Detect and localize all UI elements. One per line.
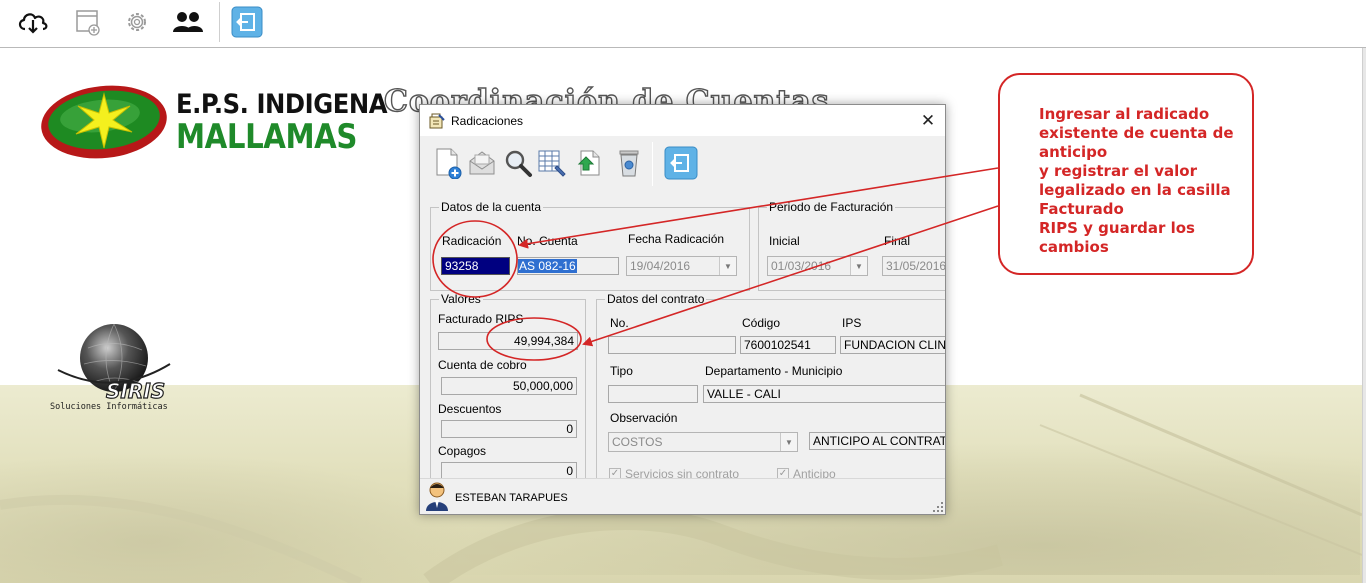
fecha-radicacion-value: 19/04/2016 bbox=[630, 259, 691, 273]
annotation-line: RIPS y guardar los bbox=[1039, 219, 1195, 237]
group-label: Periodo de Facturación bbox=[767, 200, 896, 214]
inicial-value: 01/03/2016 bbox=[771, 259, 832, 273]
annotation-line: legalizado en la casilla bbox=[1039, 181, 1231, 199]
annotation-line: anticipo bbox=[1039, 143, 1108, 161]
radicacion-input[interactable]: 93258 bbox=[441, 257, 510, 275]
toolbar-separator bbox=[219, 2, 220, 42]
cuenta-cobro-label: Cuenta de cobro bbox=[438, 358, 527, 372]
chevron-down-icon[interactable]: ▼ bbox=[719, 257, 736, 275]
annotation-line: existente de cuenta de bbox=[1039, 124, 1234, 142]
radicaciones-dialog: Radicaciones ✕ Datos de la cuenta Radica… bbox=[419, 104, 946, 515]
exit-icon[interactable] bbox=[229, 4, 265, 40]
dialog-title: Radicaciones bbox=[451, 114, 524, 128]
observacion-select[interactable]: COSTOS ▼ bbox=[608, 432, 798, 452]
observacion-label: Observación bbox=[610, 411, 678, 425]
main-toolbar bbox=[0, 0, 1366, 48]
group-label: Datos del contrato bbox=[605, 292, 707, 306]
new-window-icon[interactable] bbox=[69, 4, 105, 40]
final-date-picker[interactable]: 31/05/2016 bbox=[882, 256, 946, 276]
descuentos-label: Descuentos bbox=[438, 402, 502, 416]
group-datos-cuenta: Datos de la cuenta bbox=[430, 200, 750, 291]
user-avatar-icon bbox=[426, 482, 448, 511]
chevron-down-icon[interactable]: ▼ bbox=[850, 257, 867, 275]
current-user-name: ESTEBAN TARAPUES bbox=[455, 492, 568, 504]
users-icon[interactable] bbox=[170, 4, 206, 40]
open-mail-icon[interactable] bbox=[465, 146, 499, 180]
codigo-input[interactable]: 7600102541 bbox=[740, 336, 836, 354]
no-cuenta-input[interactable]: AS 082-16 bbox=[517, 257, 619, 275]
descuentos-input[interactable]: 0 bbox=[441, 420, 577, 438]
final-label: Final bbox=[884, 234, 911, 248]
export-icon[interactable] bbox=[571, 146, 605, 180]
eps-logo: E.P.S. INDIGENA MALLAMAS bbox=[38, 82, 388, 162]
dialog-toolbar bbox=[420, 136, 945, 192]
no-cuenta-label: No. Cuenta bbox=[517, 234, 578, 248]
departamento-municipio-label: Departamento - Municipio bbox=[705, 364, 843, 378]
annotation-callout: Ingresar al radicado existente de cuenta … bbox=[998, 73, 1254, 275]
tipo-label: Tipo bbox=[610, 364, 633, 378]
search-icon[interactable] bbox=[501, 146, 535, 180]
group-label: Datos de la cuenta bbox=[439, 200, 544, 214]
facturado-rips-label: Facturado RIPS bbox=[438, 312, 524, 326]
ips-input[interactable]: FUNDACION CLINICA bbox=[840, 336, 945, 354]
siris-globe-icon: SIRIS bbox=[57, 323, 171, 402]
group-label: Valores bbox=[439, 292, 483, 306]
radicacion-label: Radicación bbox=[442, 234, 502, 248]
grid-edit-icon[interactable] bbox=[535, 146, 569, 180]
settings-icon[interactable] bbox=[119, 4, 155, 40]
observacion-input[interactable]: ANTICIPO AL CONTRATO bbox=[809, 432, 945, 450]
tipo-input[interactable] bbox=[608, 385, 698, 403]
annotation-line: Facturado bbox=[1039, 200, 1124, 218]
dialog-toolbar-separator bbox=[652, 142, 653, 186]
annotation-line: Ingresar al radicado bbox=[1039, 105, 1210, 123]
delete-icon[interactable] bbox=[612, 146, 646, 180]
fecha-radicacion-picker[interactable]: 19/04/2016 ▼ bbox=[626, 256, 737, 276]
annotation-text: Ingresar al radicado existente de cuenta … bbox=[1039, 105, 1249, 257]
annotation-line: cambios bbox=[1039, 238, 1109, 256]
resize-grip-icon[interactable] bbox=[932, 501, 943, 512]
final-value: 31/05/2016 bbox=[886, 259, 946, 273]
new-document-icon[interactable] bbox=[431, 146, 465, 180]
dialog-app-icon bbox=[429, 113, 445, 129]
inicial-date-picker[interactable]: 01/03/2016 ▼ bbox=[767, 256, 868, 276]
logo-line2: MALLAMAS bbox=[176, 117, 357, 157]
group-periodo-facturacion: Periodo de Facturación bbox=[758, 200, 945, 291]
cloud-download-icon[interactable] bbox=[15, 4, 51, 40]
departamento-municipio-input[interactable]: VALLE - CALI bbox=[703, 385, 945, 403]
ips-label: IPS bbox=[842, 316, 862, 330]
cuenta-cobro-input[interactable]: 50,000,000 bbox=[441, 377, 577, 395]
fecha-radicacion-label: Fecha Radicación bbox=[628, 232, 725, 246]
observacion-select-value: COSTOS bbox=[612, 435, 663, 449]
exit-icon[interactable] bbox=[664, 146, 698, 180]
close-button[interactable]: ✕ bbox=[916, 109, 940, 133]
no-contrato-label: No. bbox=[610, 316, 629, 330]
siris-logo: SIRIS Soluciones Informáticas bbox=[48, 320, 198, 415]
window-right-border bbox=[1362, 48, 1366, 583]
dialog-statusbar: ESTEBAN TARAPUES bbox=[420, 478, 945, 514]
annotation-line: y registrar el valor bbox=[1039, 162, 1197, 180]
logo-line1: E.P.S. INDIGENA bbox=[176, 89, 388, 120]
inicial-label: Inicial bbox=[769, 234, 800, 248]
facturado-rips-input[interactable]: 49,994,384 bbox=[438, 332, 578, 350]
siris-name: SIRIS bbox=[106, 379, 165, 402]
copagos-label: Copagos bbox=[438, 444, 487, 458]
codigo-label: Código bbox=[742, 316, 781, 330]
no-cuenta-value: AS 082-16 bbox=[518, 259, 577, 273]
eps-logo-emblem-icon bbox=[41, 85, 167, 159]
no-contrato-input[interactable] bbox=[608, 336, 736, 354]
dialog-titlebar: Radicaciones ✕ bbox=[420, 105, 945, 136]
chevron-down-icon[interactable]: ▼ bbox=[780, 433, 797, 451]
siris-tagline: Soluciones Informáticas bbox=[50, 402, 168, 412]
